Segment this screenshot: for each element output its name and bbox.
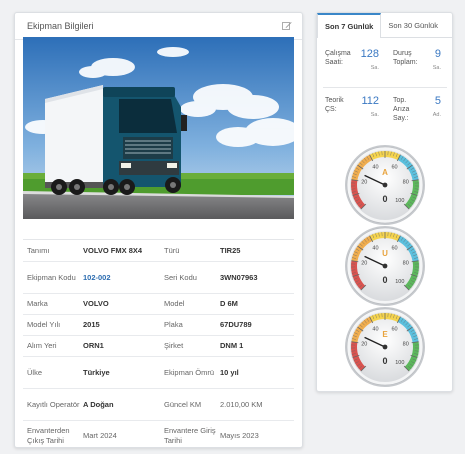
tab-last-30-days[interactable]: Son 30 Günlük	[381, 13, 445, 37]
stat-unit: Sa.	[432, 65, 441, 71]
stat-label: Duruş Toplam:	[393, 50, 418, 66]
label-model: Model	[164, 299, 185, 308]
gauge-tick-label: 100	[395, 279, 404, 285]
gauge-value: 0	[382, 275, 387, 285]
tab-last-7-days[interactable]: Son 7 Günlük	[317, 13, 382, 38]
label-seri-kodu: Seri Kodu	[164, 272, 197, 282]
gauge-tick-label: 100	[395, 198, 404, 204]
label-plaka: Plaka	[164, 320, 183, 329]
gauge-tick-label: 80	[403, 261, 409, 267]
value-alim-yeri: ORN1	[83, 341, 104, 350]
details-table: Tanımı VOLVO FMX 8X4 Türü TIR25 Ekipman …	[23, 239, 294, 447]
label-model-yili: Model Yılı	[27, 320, 61, 329]
gauge-value: 0	[382, 194, 387, 204]
gauge-tick-label: 40	[372, 326, 378, 332]
label-ekipman-omru: Ekipman Ömrü	[164, 367, 215, 377]
gauge-tick-label: 60	[391, 164, 397, 170]
value-seri-kodu: 3WN07963	[220, 272, 258, 282]
stat-unit: Sa.	[370, 65, 379, 71]
gauge-tick-label: 100	[395, 360, 404, 366]
value-model: D 6M	[220, 299, 238, 308]
card-title: Ekipman Bilgileri	[27, 21, 94, 31]
table-row: Marka VOLVO Model D 6M	[23, 294, 294, 315]
gauge-tick-label: 80	[403, 342, 409, 348]
value-turu: TIR25	[220, 245, 241, 255]
card-header: Ekipman Bilgileri	[15, 13, 302, 40]
stat-label: Teorik ÇS:	[325, 97, 344, 113]
gauge-tick-label: 20	[361, 180, 367, 186]
equipment-info-card: Ekipman Bilgileri Tanımı VOLVO FMX 8X4 T…	[14, 12, 303, 448]
stat-unit: Sa.	[370, 112, 379, 118]
equipment-code-link[interactable]: 102-002	[83, 273, 164, 283]
value-envantere-giris: Mayıs 2023	[220, 431, 259, 440]
table-row: Envanterden Çıkış Tarihi Mart 2024 Envan…	[23, 421, 294, 447]
gauge-letter: U	[382, 249, 388, 258]
label-marka: Marka	[27, 299, 48, 308]
value-kayitli-operator: A Doğan	[83, 399, 114, 409]
label-sirket: Şirket	[164, 341, 184, 350]
label-guncel-km: Güncel KM	[164, 399, 202, 409]
gauge-tick-label: 80	[403, 180, 409, 186]
label-alim-yeri: Alım Yeri	[27, 341, 57, 350]
gauge-tick-label: 20	[361, 342, 367, 348]
stat-durus-toplam: Duruş Toplam: 9 Sa.	[385, 45, 447, 83]
gauge-tick-label: 60	[391, 326, 397, 332]
stat-value: 112	[361, 95, 379, 107]
table-row: Alım Yeri ORN1 Şirket DNM 1	[23, 336, 294, 357]
label-kayitli-operator: Kayıtlı Operatör	[27, 399, 80, 409]
equipment-photo	[23, 37, 294, 219]
table-row: Model Yılı 2015 Plaka 67DU789	[23, 315, 294, 336]
gauge-tick-label: 40	[372, 164, 378, 170]
stats-grid: Çalışma Saati: 128 Sa. Duruş Toplam: 9 S…	[323, 45, 447, 130]
table-row: Ekipman Kodu 102-002 Seri Kodu 3WN07963	[23, 262, 294, 294]
value-guncel-km: 2.010,00 KM	[220, 399, 263, 409]
gauge-tick-label: 60	[391, 245, 397, 251]
stat-ariza-sayisi: Top. Arıza Say.: 5 Ad.	[385, 92, 447, 130]
value-tanimi: VOLVO FMX 8X4	[83, 245, 143, 255]
value-marka: VOLVO	[83, 299, 109, 308]
stat-teorik-cs: Teorik ÇS: 112 Sa.	[323, 92, 385, 130]
value-plaka: 67DU789	[220, 320, 252, 329]
table-row: Ülke Türkiye Ekipman Ömrü 10 yıl	[23, 357, 294, 389]
gauge-a: 20 40 60 80 100 A 0	[343, 143, 427, 227]
gauge-letter: E	[382, 330, 388, 339]
gauge-hub	[382, 344, 388, 350]
gauge-value: 0	[382, 356, 387, 366]
gauge-tick-label: 20	[361, 261, 367, 267]
period-tabs: Son 7 Günlük Son 30 Günlük	[317, 13, 452, 38]
stats-panel: Son 7 Günlük Son 30 Günlük Çalışma Saati…	[316, 12, 453, 392]
stat-value: 128	[360, 48, 379, 60]
label-tanimi: Tanımı	[27, 245, 50, 255]
value-ekipman-omru: 10 yıl	[220, 367, 239, 377]
stat-label: Çalışma Saati:	[325, 50, 351, 66]
gauge-hub	[382, 182, 388, 188]
gauge-dial: 20 40 60 80 100 U 0	[345, 226, 425, 306]
stat-value: 9	[434, 48, 441, 60]
value-envanterden-cikis: Mart 2024	[83, 431, 117, 440]
gauge-letter: A	[382, 168, 388, 177]
gauge-hub	[382, 263, 388, 269]
table-row: Tanımı VOLVO FMX 8X4 Türü TIR25	[23, 240, 294, 262]
label-envantere-giris: Envantere Giriş Tarihi	[164, 426, 216, 445]
value-sirket: DNM 1	[220, 341, 244, 350]
stat-value: 5	[434, 95, 441, 107]
gauge-dial: 20 40 60 80 100 A 0	[345, 145, 425, 225]
label-turu: Türü	[164, 245, 180, 255]
divider	[323, 87, 447, 88]
stat-unit: Ad.	[432, 112, 441, 118]
value-model-yili: 2015	[83, 320, 100, 329]
gauge-u: 20 40 60 80 100 U 0	[343, 224, 427, 308]
stat-label: Top. Arıza Say.:	[393, 97, 410, 122]
table-row: Kayıtlı Operatör A Doğan Güncel KM 2.010…	[23, 389, 294, 421]
gauge-dial: 20 40 60 80 100 E 0	[345, 307, 425, 387]
edit-icon[interactable]	[282, 21, 292, 31]
gauge-e: 20 40 60 80 100 E 0	[343, 305, 427, 389]
label-envanterden-cikis: Envanterden Çıkış Tarihi	[27, 426, 70, 445]
label-ekipman-kodu: Ekipman Kodu	[27, 272, 76, 282]
stat-calisma-saati: Çalışma Saati: 128 Sa.	[323, 45, 385, 83]
label-ulke: Ülke	[27, 367, 43, 377]
gauge-tick-label: 40	[372, 245, 378, 251]
value-ulke: Türkiye	[83, 367, 110, 377]
